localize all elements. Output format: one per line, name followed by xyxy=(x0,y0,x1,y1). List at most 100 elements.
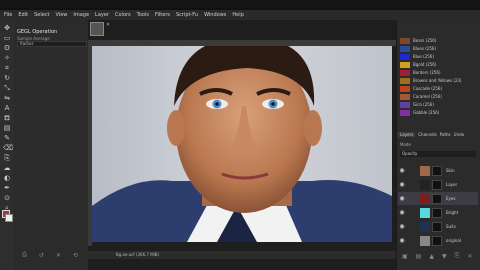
restore-preset-icon[interactable]: ↺ xyxy=(39,252,44,259)
palette-label: Gabble (256) xyxy=(413,110,440,115)
menu-item-tools[interactable]: Tools xyxy=(137,12,149,18)
menu-item-windows[interactable]: Windows xyxy=(204,12,226,18)
tool-options-panel: GEGL Operation Sample Average Radius xyxy=(14,20,88,270)
lasso-icon[interactable]: ʘ xyxy=(3,44,11,52)
delete-preset-icon[interactable]: ✕ xyxy=(56,252,61,259)
menu-item-view[interactable]: View xyxy=(56,12,68,18)
palette-label: Blue (256) xyxy=(413,54,434,59)
palette-label: Caramel (256) xyxy=(413,94,442,99)
layer-thumbnail xyxy=(420,207,430,218)
menu-item-edit[interactable]: Edit xyxy=(18,12,28,18)
palette-item[interactable]: Cascade (256) xyxy=(400,85,478,92)
layer-name: Skin xyxy=(446,168,455,173)
layer-thumbnail xyxy=(420,165,430,176)
layer-mask-thumbnail xyxy=(432,235,442,246)
raise-layer-icon[interactable]: ▲ xyxy=(429,253,434,260)
select-icon[interactable]: ▭ xyxy=(3,34,11,42)
palette-item[interactable]: Gica (256) xyxy=(400,101,478,108)
layer-mask-thumbnail xyxy=(432,207,442,218)
tab-undo[interactable]: Undo xyxy=(454,132,464,137)
smudge-icon[interactable]: ☁ xyxy=(3,164,11,172)
palette-item[interactable]: Gabble (256) xyxy=(400,109,478,116)
save-preset-icon[interactable]: ⎙ xyxy=(22,251,27,259)
layer-row[interactable]: ◉ Suits xyxy=(398,220,478,233)
layer-name: original xyxy=(446,238,461,243)
palette-label: Bgold (256) xyxy=(413,62,437,67)
menu-item-help[interactable]: Help xyxy=(232,12,243,18)
portrait-photo-graphic xyxy=(92,46,392,242)
dodge-icon[interactable]: ◐ xyxy=(3,174,11,182)
move-icon[interactable]: ✥ xyxy=(3,24,11,32)
scale-icon[interactable]: ⤡ xyxy=(3,84,11,92)
rotate-icon[interactable]: ↻ xyxy=(3,74,11,82)
eye-icon[interactable]: ◉ xyxy=(398,181,406,188)
clone-icon[interactable]: ⎘ xyxy=(3,154,11,162)
radius-field[interactable]: Radius xyxy=(17,41,87,47)
layer-row[interactable]: ◉ Bright xyxy=(398,206,478,219)
eye-icon[interactable]: ◉ xyxy=(398,209,406,216)
menu-item-image[interactable]: Image xyxy=(73,12,89,18)
delete-layer-icon[interactable]: ✕ xyxy=(467,253,472,260)
layer-row[interactable]: ◉ original xyxy=(398,234,478,247)
eye-icon[interactable]: ◉ xyxy=(398,237,406,244)
text-icon[interactable]: A xyxy=(3,104,11,112)
menu-item-colors[interactable]: Colors xyxy=(115,12,131,18)
lower-layer-icon[interactable]: ▼ xyxy=(442,253,447,260)
new-group-icon[interactable]: ▤ xyxy=(416,253,422,260)
palette-swatch xyxy=(400,45,410,52)
tab-channels[interactable]: Channels xyxy=(418,132,437,137)
new-layer-icon[interactable]: ▣ xyxy=(402,253,408,260)
palette-item[interactable]: Caramel (256) xyxy=(400,93,478,100)
palette-swatch xyxy=(400,101,410,108)
gradient-icon[interactable]: ▤ xyxy=(3,124,11,132)
layer-mode-label: Mode xyxy=(400,142,411,147)
palette-label: Bears (256) xyxy=(413,38,437,43)
eye-icon[interactable]: ◉ xyxy=(398,195,406,202)
flip-icon[interactable]: ⇋ xyxy=(3,94,11,102)
palette-swatch xyxy=(400,77,410,84)
reset-icon[interactable]: ⟲ xyxy=(73,252,78,259)
tool-options-footer: ⎙ ↺ ✕ ⟲ xyxy=(14,250,88,260)
palette-item[interactable]: Bears (256) xyxy=(400,37,478,44)
layer-mask-thumbnail xyxy=(432,165,442,176)
bucket-icon[interactable]: ⛾ xyxy=(3,114,11,122)
palette-item[interactable]: Bgold (256) xyxy=(400,61,478,68)
layer-name: Suits xyxy=(446,224,456,229)
palette-label: Blues (256) xyxy=(413,46,436,51)
window-titlebar xyxy=(0,0,480,8)
image-tab-thumbnail[interactable] xyxy=(90,22,104,36)
palette-swatch xyxy=(400,85,410,92)
eraser-icon[interactable]: ⌫ xyxy=(3,144,13,152)
palette-item[interactable]: Blues (256) xyxy=(400,45,478,52)
palette-item[interactable]: Browns and Yellows (23) xyxy=(400,77,478,84)
palette-item[interactable]: Blue (256) xyxy=(400,53,478,60)
opacity-field[interactable]: Opacity xyxy=(400,151,476,157)
tab-paths[interactable]: Paths xyxy=(440,132,451,137)
layer-mask-thumbnail xyxy=(432,221,442,232)
palette-item[interactable]: Borders (256) xyxy=(400,69,478,76)
color-picker-icon[interactable]: ⊙ xyxy=(3,194,11,202)
palette-swatch xyxy=(400,109,410,116)
menu-item-layer[interactable]: Layer xyxy=(95,12,109,18)
menu-item-scriptfu[interactable]: Script-Fu xyxy=(176,12,198,18)
palette-swatch xyxy=(400,53,410,60)
layer-name: Layer xyxy=(446,182,458,187)
background-color-swatch[interactable] xyxy=(5,214,13,222)
tab-layers[interactable]: Layers xyxy=(398,132,416,137)
close-tab-icon[interactable]: ✕ xyxy=(106,22,110,28)
menu-item-select[interactable]: Select xyxy=(34,12,49,18)
fuzzy-select-icon[interactable]: ✧ xyxy=(3,54,11,62)
eye-icon[interactable]: ◉ xyxy=(398,167,406,174)
menu-item-file[interactable]: File xyxy=(4,12,12,18)
duplicate-layer-icon[interactable]: ⎘ xyxy=(455,252,460,260)
paintbrush-icon[interactable]: ✎ xyxy=(3,134,11,142)
layer-row[interactable]: ◉ Eyes xyxy=(398,192,478,205)
layer-name: Eyes xyxy=(446,196,456,201)
layer-row[interactable]: ◉ Layer xyxy=(398,178,478,191)
path-icon[interactable]: ✒ xyxy=(3,184,11,192)
menu-item-filters[interactable]: Filters xyxy=(155,12,170,18)
portrait-image[interactable] xyxy=(92,46,392,242)
layer-row[interactable]: ◉ Skin xyxy=(398,164,478,177)
eye-icon[interactable]: ◉ xyxy=(398,223,406,230)
crop-icon[interactable]: ⌗ xyxy=(3,64,11,72)
